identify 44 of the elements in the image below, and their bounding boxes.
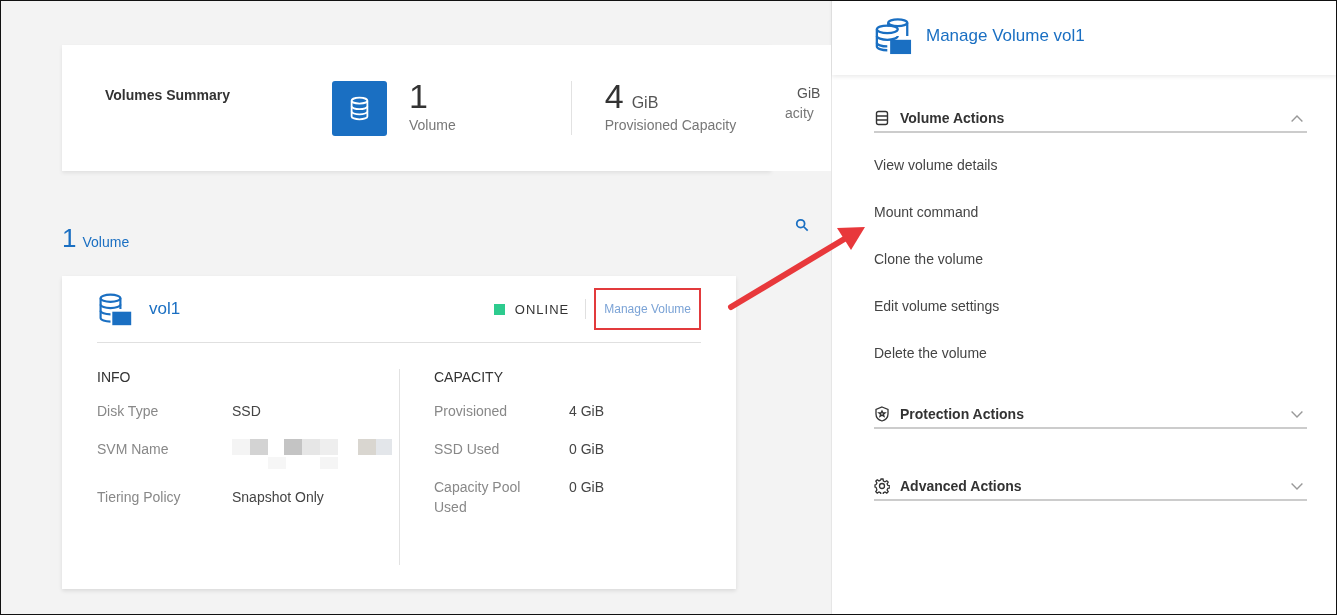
field-value: 4 GiB	[569, 402, 604, 421]
field-label: Capacity Pool Used	[434, 478, 522, 517]
stat-label: Volume	[409, 117, 456, 133]
ssd-database-icon	[97, 291, 133, 327]
field-value: SSD	[232, 402, 261, 421]
stat-unit: GiB	[631, 94, 659, 112]
section-header[interactable]: Volume Actions	[874, 105, 1307, 133]
chevron-up-icon	[1291, 114, 1303, 122]
field-label: Provisioned	[434, 402, 509, 421]
field-label: SSD Used	[434, 440, 501, 459]
chevron-down-icon	[1291, 482, 1303, 490]
volume-name: vol1	[149, 299, 181, 319]
chevron-down-icon	[1291, 410, 1303, 418]
volume-count-label: Volume	[82, 234, 130, 250]
field-value: 0 GiB	[569, 478, 604, 497]
field-label: SVM Name	[97, 440, 170, 459]
ssd-database-icon	[874, 17, 912, 55]
action-item[interactable]: Edit volume settings	[874, 296, 1000, 316]
stat-unit: GiB	[797, 85, 822, 101]
action-item[interactable]: View volume details	[874, 155, 998, 175]
stat-label: Provisioned Capacity	[604, 117, 737, 133]
search-icon[interactable]	[795, 218, 809, 232]
database-icon	[332, 81, 387, 136]
panel-title: Manage Volume vol1	[926, 26, 1085, 46]
database-icon	[874, 110, 890, 126]
stat-label: acity	[785, 105, 815, 121]
field-label: Tiering Policy	[97, 488, 182, 507]
action-item[interactable]: Delete the volume	[874, 343, 987, 363]
shield-icon	[874, 406, 890, 422]
status-label: ONLINE	[514, 301, 570, 317]
stat-value: 4	[604, 77, 624, 115]
stat-value: 1	[409, 77, 428, 115]
settings-icon	[874, 478, 890, 494]
section-header[interactable]: Protection Actions	[874, 401, 1307, 429]
summary-title: Volumes Summary	[105, 87, 231, 103]
volume-count: 1	[62, 223, 77, 254]
field-label: Disk Type	[97, 402, 160, 421]
section-title: INFO	[97, 369, 132, 385]
field-value: Snapshot Only	[232, 488, 324, 507]
section-title: CAPACITY	[434, 369, 504, 385]
field-value: 0 GiB	[569, 440, 604, 459]
action-item[interactable]: Clone the volume	[874, 249, 983, 269]
action-item[interactable]: Mount command	[874, 202, 979, 222]
section-header[interactable]: Advanced Actions	[874, 473, 1307, 501]
